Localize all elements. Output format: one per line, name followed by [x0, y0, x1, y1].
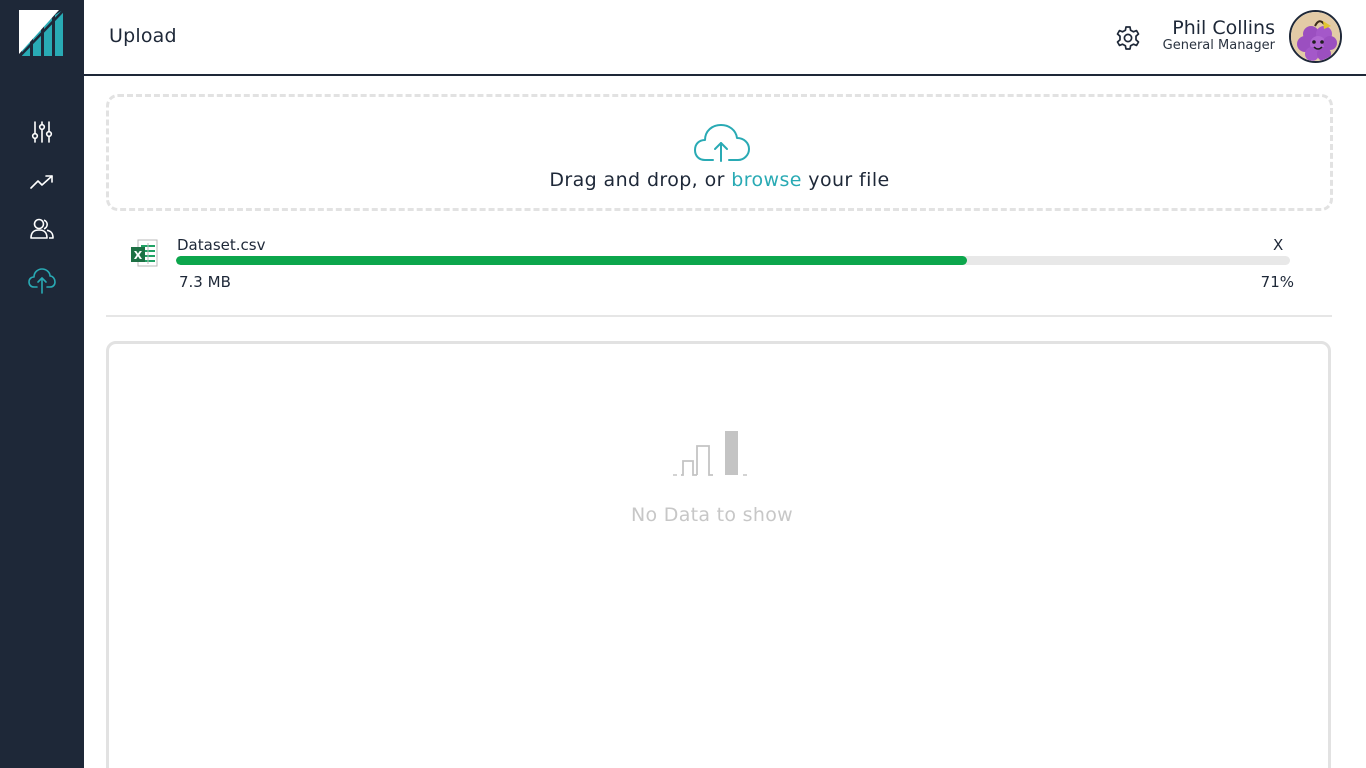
upload-percent: 71%: [1260, 273, 1294, 291]
section-divider: [106, 315, 1332, 317]
upload-progress-bar: [176, 256, 1290, 265]
gear-icon: [1116, 26, 1140, 50]
sidebar-item-trends[interactable]: [22, 164, 62, 200]
dropzone-text: Drag and drop, or browse your file: [109, 169, 1330, 191]
upload-progress-fill: [176, 256, 967, 265]
dropzone-text-after: your file: [801, 169, 890, 191]
top-header: Upload Phil Collins General Manager: [84, 0, 1366, 76]
empty-chart-icon: [673, 431, 747, 476]
avatar[interactable]: [1289, 10, 1342, 63]
user-name: Phil Collins: [1172, 17, 1275, 39]
page-title: Upload: [109, 25, 177, 47]
app-root: Upload Phil Collins General Manager Drag…: [0, 0, 1366, 768]
users-icon: [30, 218, 54, 239]
dropzone-text-before: Drag and drop, or: [549, 169, 732, 191]
remove-file-button[interactable]: X: [1273, 236, 1283, 254]
app-logo[interactable]: [18, 8, 66, 58]
sidebar-item-filters[interactable]: [22, 114, 62, 150]
settings-button[interactable]: [1114, 24, 1142, 52]
file-name: Dataset.csv: [177, 236, 266, 254]
file-dropzone[interactable]: Drag and drop, or browse your file: [106, 94, 1333, 211]
sidebar: [0, 0, 84, 768]
cloud-upload-icon: [694, 124, 750, 162]
empty-state-text: No Data to show: [630, 504, 793, 526]
logo-icon: [18, 8, 66, 58]
file-size: 7.3 MB: [179, 273, 231, 291]
sidebar-item-users[interactable]: [22, 211, 62, 247]
browse-link[interactable]: browse: [731, 169, 802, 191]
data-panel: No Data to show: [106, 341, 1331, 768]
sidebar-item-upload[interactable]: [22, 262, 62, 298]
trending-up-icon: [30, 175, 53, 189]
cloud-upload-icon: [28, 268, 56, 294]
user-role: General Manager: [1162, 38, 1275, 53]
excel-file-icon: X: [130, 238, 158, 268]
grapes-avatar-icon: [1291, 12, 1340, 61]
svg-text:X: X: [134, 249, 143, 262]
sliders-icon: [31, 121, 53, 143]
